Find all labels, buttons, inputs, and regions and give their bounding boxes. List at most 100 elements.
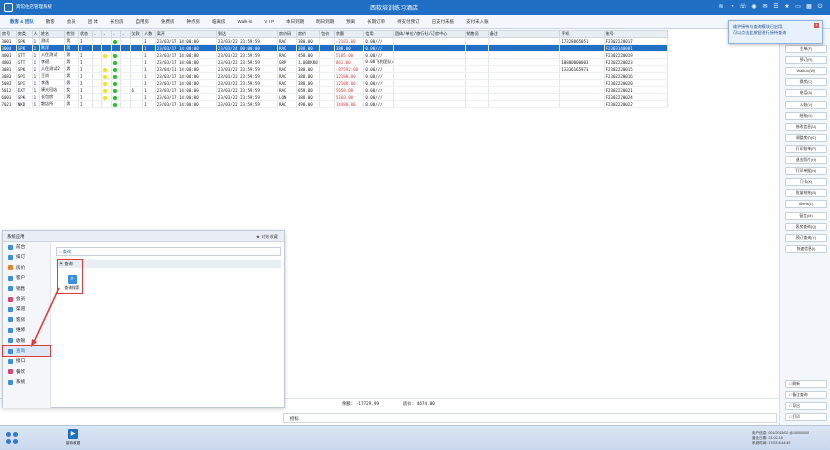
power-icon[interactable]: ⏻ (816, 3, 824, 11)
tab-6[interactable]: 免费房 (155, 19, 181, 25)
sidebar-button[interactable]: 预订查询(Y) (785, 233, 827, 242)
column-header[interactable]: 房价 (295, 30, 321, 38)
column-header[interactable]: 备注 (487, 30, 561, 38)
column-header[interactable]: 房号 (0, 30, 17, 38)
column-header[interactable]: 信用 (363, 30, 394, 38)
table-row[interactable]: 5083 SPI 1 李逸男 I 1 23/03/17 14:00:00 23/03/22 2… (0, 79, 669, 87)
query-function-tile[interactable]: ⌕ 查询搜索 (61, 275, 83, 291)
table-row[interactable]: 3083 SPI 1 王尚男 I 1 23/03/17 14:00:00 23/03/22 2… (0, 72, 669, 80)
tab-3[interactable]: 团 体 (82, 19, 104, 25)
tab-17[interactable]: 支付未入账 (460, 19, 495, 25)
sidebar-button[interactable]: 电话(A) (785, 89, 827, 98)
sidebar-button[interactable]: 打印单据(N) (785, 167, 827, 176)
tab-4[interactable]: 长包房 (104, 19, 130, 25)
favorites-link[interactable]: ★ 对账收藏 (256, 231, 278, 242)
message-icon[interactable]: ✉ (761, 3, 769, 11)
tab-0[interactable]: 散客 & 团队 (4, 19, 40, 25)
phone-icon[interactable]: ☏ (739, 3, 747, 11)
table-row[interactable]: 4003 STT 1 李斌男 I 1 23/03/17 14:00:00 23/03/22 2… (0, 58, 669, 66)
column-header[interactable]: - (120, 30, 131, 38)
sidebar-button[interactable]: 快速信息(I) (785, 244, 827, 253)
monitor-icon[interactable]: ▭ (794, 3, 802, 11)
module-menu-item[interactable]: 餐饮 (3, 367, 50, 377)
column-header[interactable]: 人 (31, 30, 40, 38)
column-header[interactable]: 房价码 (277, 30, 297, 38)
sidebar-button[interactable]: 批量结账(B) (785, 189, 827, 198)
sidebar-button[interactable]: 门卡(K) (785, 178, 827, 187)
sidebar-bottom-button[interactable]: □ 打印 (785, 413, 827, 421)
sidebar-button[interactable]: 修改信息(U) (785, 122, 827, 131)
column-header[interactable]: 状态 (77, 30, 93, 38)
column-header[interactable]: 到达 (215, 30, 279, 38)
tab-8[interactable]: 临离房 (206, 19, 232, 25)
tab-7[interactable]: 钟点房 (181, 19, 207, 25)
wifi-icon[interactable]: ≋ (717, 3, 725, 11)
table-row[interactable]: 3081 SPK 1 入住测试2 男 I 1 23/04/11 14:00:00 23/03/2… (0, 65, 669, 73)
tab-1[interactable]: 散客 (40, 19, 61, 25)
column-header[interactable]: 欠款 (129, 30, 144, 38)
chat-icon[interactable]: ◉ (750, 3, 758, 11)
column-header[interactable]: 人数 (142, 30, 156, 38)
sidebar-button[interactable]: 调整房价(E) (785, 133, 827, 142)
table-row[interactable]: 5012 EXT 1 康光回店女 I 6 1 23/03/17 14:00:00 23/03/2… (0, 86, 669, 94)
tab-9[interactable]: Walk-in (232, 19, 259, 24)
table-row[interactable]: 3004 SPK 1 陈洋男 I 1 23/03/17 14:00:00 23/03/24 0… (0, 44, 669, 52)
tab-16[interactable]: 已支付未抵 (426, 19, 461, 25)
cell-room: 4001 (0, 51, 17, 59)
sidebar-button[interactable]: Alerts(L) (785, 200, 827, 209)
star-icon[interactable]: ★ (783, 3, 791, 11)
sidebar-bottom-button[interactable]: □ 备注查询 (785, 391, 827, 399)
tooltip-close-icon[interactable]: x (814, 23, 819, 28)
column-header[interactable]: 包价 (319, 30, 335, 38)
tab-12[interactable]: 明日到期 (310, 19, 340, 25)
module-menu-item[interactable]: 接口 (3, 356, 50, 366)
tab-14[interactable]: 长期订单 (361, 19, 391, 25)
tab-2[interactable]: 会员 (61, 19, 82, 25)
sidebar-button[interactable]: 入账(V) (785, 100, 827, 109)
column-header[interactable]: 房类 (15, 30, 33, 38)
table-row[interactable]: 3001 SPK 1 测试男 I 1 23/03/17 14:00:00 23/03/22 2… (0, 37, 669, 45)
sidebar-button[interactable]: 结账(O) (785, 111, 827, 120)
bell-icon[interactable]: ◔ (728, 3, 736, 11)
column-header[interactable]: 性别 (64, 30, 79, 38)
sidebar-button[interactable]: 预订(R) (785, 56, 827, 65)
start-menu-icon[interactable] (6, 432, 19, 445)
list-icon[interactable]: ☰ (772, 3, 780, 11)
sidebar-button[interactable]: Walk-in(W) (785, 67, 827, 76)
function-search-input[interactable]: ○ 查询 (56, 247, 281, 256)
column-header[interactable]: 账号 (603, 30, 669, 38)
module-menu-item[interactable]: 系统 (3, 377, 50, 387)
column-header[interactable]: - (110, 30, 122, 38)
sidebar-button[interactable]: 留言(M) (785, 211, 827, 220)
column-header[interactable]: 余额 (333, 30, 365, 38)
taskbar-app-frontdesk[interactable]: ▶ 接待收银 (64, 429, 82, 446)
tab-15[interactable]: 待支付预订 (391, 19, 426, 25)
column-header[interactable]: 姓名 (38, 30, 66, 38)
tab-13[interactable]: 预离 (340, 19, 361, 25)
notice-bar[interactable]: 招标 (283, 413, 777, 423)
table-row[interactable]: 6001 SPK 1 长包房男 I 1 23/03/17 14:00:00 23/03/22 … (0, 93, 669, 101)
column-header[interactable]: 离开 (154, 30, 217, 38)
tab-10[interactable]: V I P (258, 19, 280, 24)
table-row[interactable]: 4001 STT 1 入住测试男 I 1 23/03/17 14:00:00 23/03/22… (0, 51, 669, 59)
module-menu-item[interactable]: 房价 (3, 263, 50, 273)
sidebar-button[interactable]: 客房查询(Q) (785, 222, 827, 231)
sidebar-button[interactable]: 退出照片(H) (785, 156, 827, 164)
sidebar-bottom-button[interactable]: □ 刷新 (785, 380, 827, 388)
tab-5[interactable]: 自用房 (130, 19, 156, 25)
module-menu-item[interactable]: 排订 (3, 252, 50, 262)
column-header[interactable]: - (91, 30, 103, 38)
tab-11[interactable]: 本日到期 (280, 19, 310, 25)
sidebar-bottom-button[interactable]: □ 导出 (785, 402, 827, 410)
module-menu-item[interactable]: 客户 (3, 273, 50, 283)
grid-icon[interactable]: ▦ (805, 3, 813, 11)
sidebar-button[interactable]: 换房(C) (785, 78, 827, 87)
column-header[interactable]: 团体/单位/旅行社/订房中心 (392, 30, 466, 38)
column-header[interactable]: 手机 (559, 30, 605, 38)
sidebar-button[interactable]: 主单(F) (785, 45, 827, 53)
column-header[interactable]: - (101, 30, 112, 38)
sidebar-button[interactable]: 打印账单(P) (785, 144, 827, 153)
table-row[interactable]: 7021 NKD 1 散店所男 I 1 23/03/17 14:00:00 23/03/22 … (0, 100, 669, 108)
column-header[interactable]: 销售员 (464, 30, 489, 38)
module-menu-item[interactable]: 前台 (3, 242, 50, 252)
